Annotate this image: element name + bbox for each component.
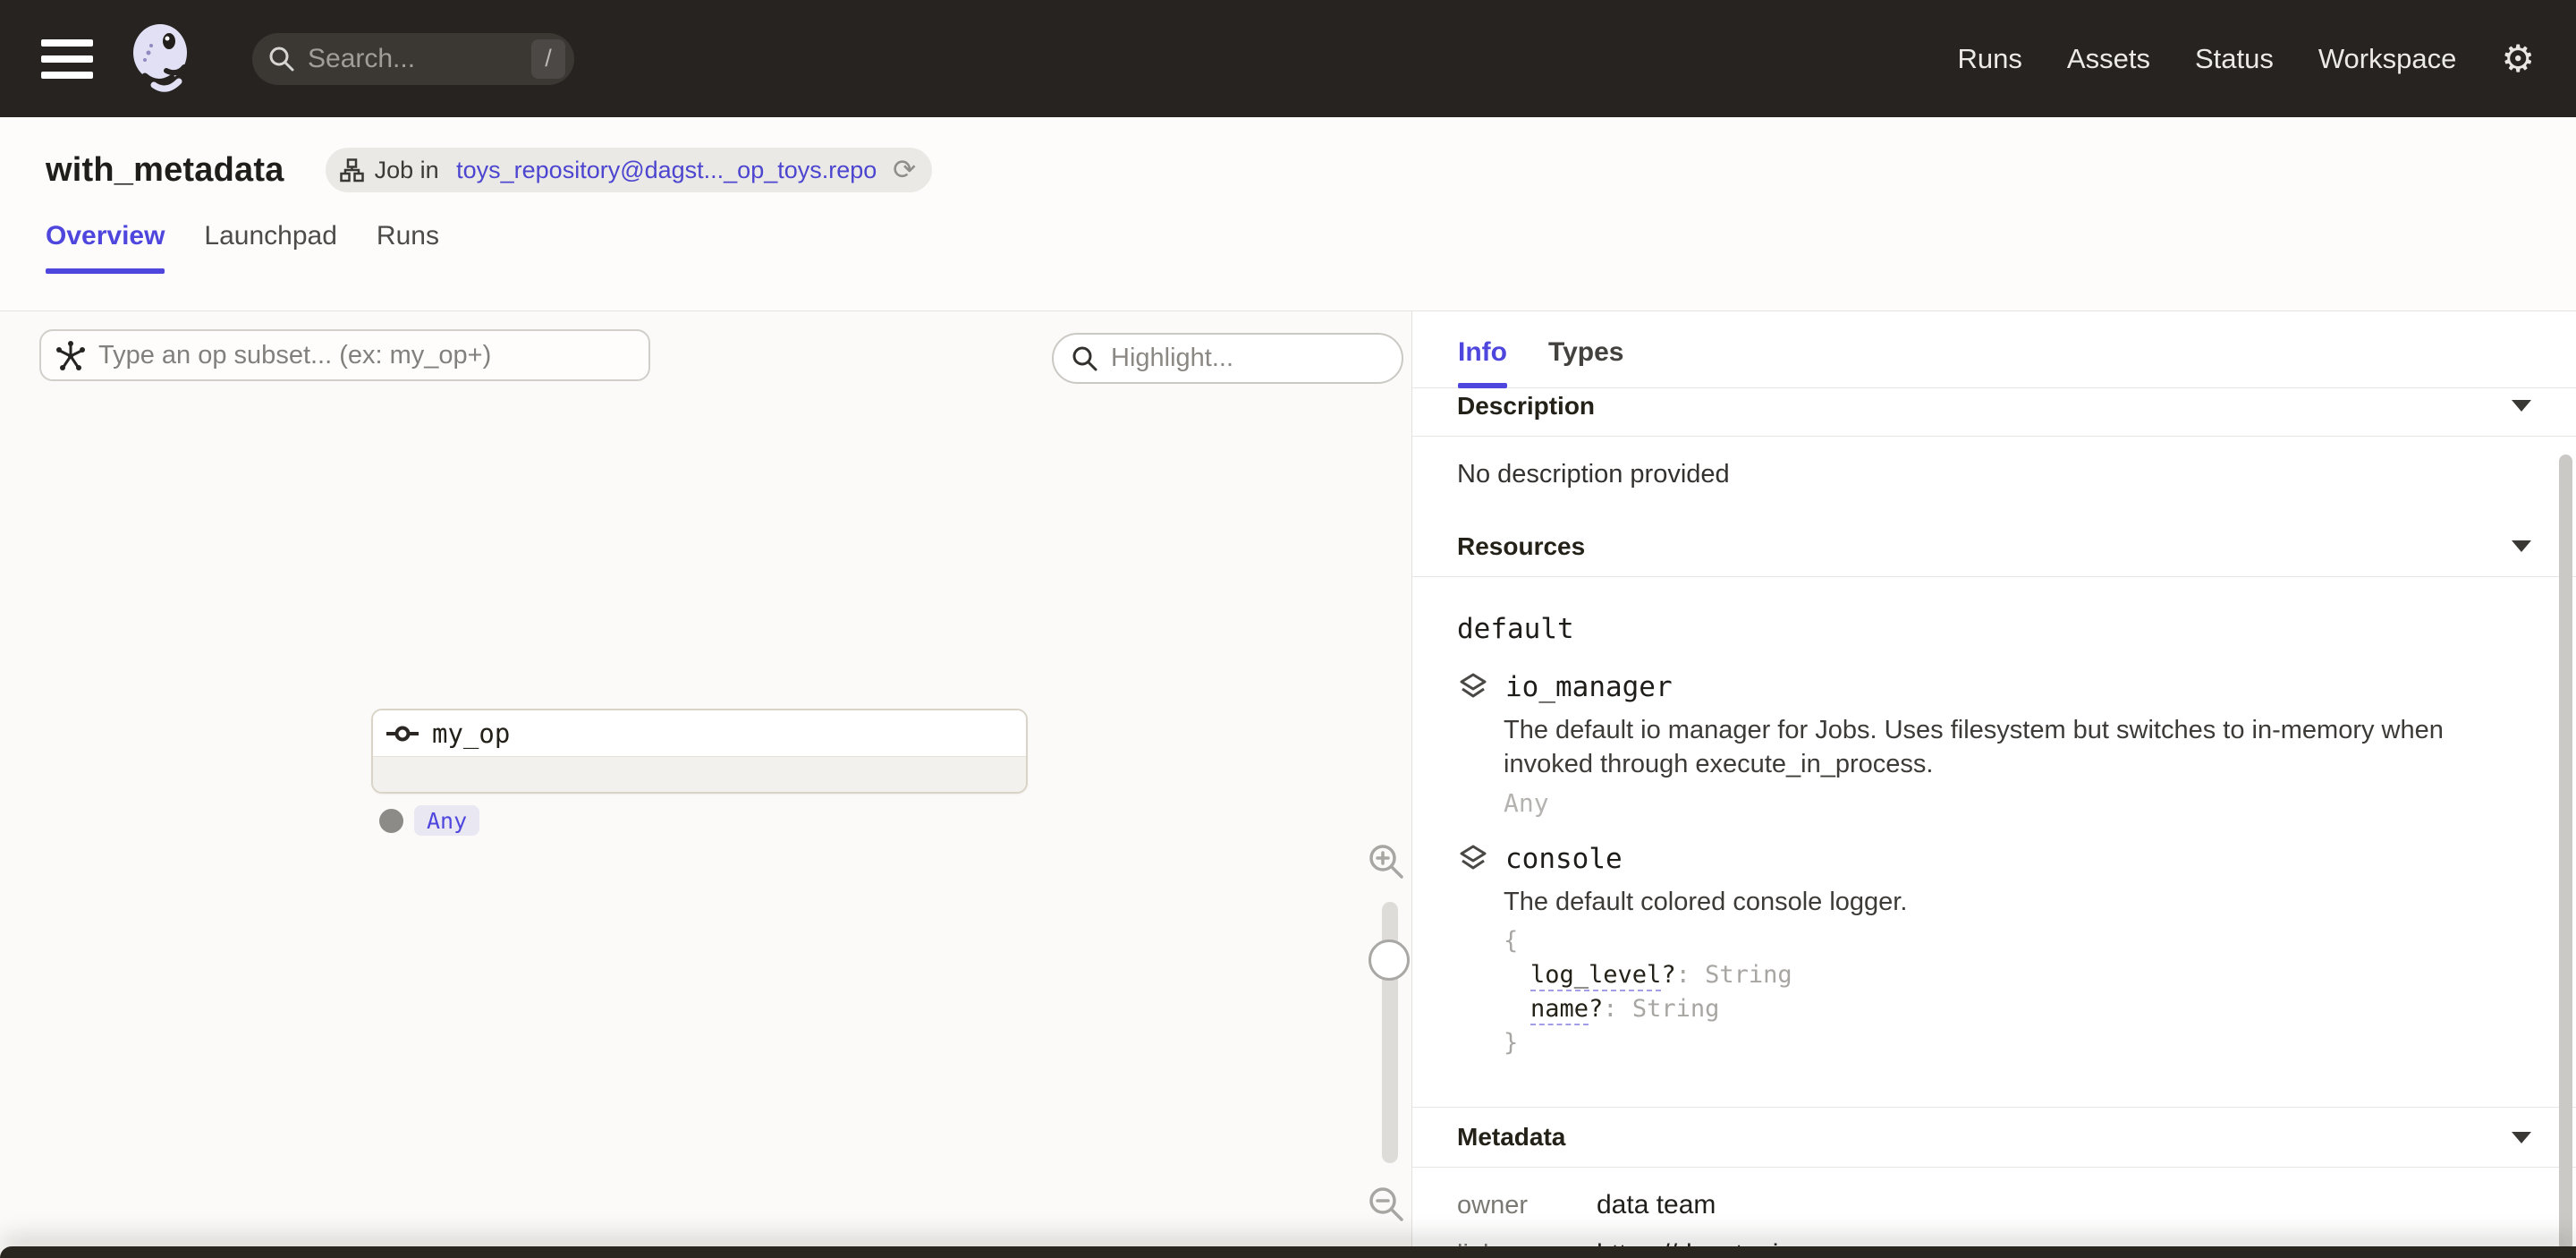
resource-icon xyxy=(1457,843,1489,875)
search-placeholder: Search... xyxy=(308,44,531,74)
chevron-down-icon xyxy=(2512,540,2531,552)
gear-icon[interactable]: ⚙ xyxy=(2501,40,2535,78)
resource-description: The default io manager for Jobs. Uses fi… xyxy=(1504,713,2531,781)
op-node-body xyxy=(373,757,1026,794)
schema-field: name?: String xyxy=(1504,992,2531,1026)
metadata-value: data team xyxy=(1597,1190,1716,1220)
schema-open-brace: { xyxy=(1504,924,2531,958)
info-panel-scroll[interactable]: Description No description provided Reso… xyxy=(1412,388,2576,1258)
repository-link[interactable]: toys_repository@dagst..._op_toys.repo xyxy=(456,157,877,184)
metadata-row-owner: owner data team xyxy=(1457,1190,2531,1220)
highlight-placeholder: Highlight... xyxy=(1111,344,1233,373)
dagster-logo[interactable] xyxy=(127,22,197,96)
metadata-key: owner xyxy=(1457,1191,1597,1220)
op-icon xyxy=(386,724,419,744)
tab-info[interactable]: Info xyxy=(1458,337,1507,387)
page-header: with_metadata Job in toys_repository@dag… xyxy=(0,117,2576,311)
slash-shortcut-badge: / xyxy=(531,39,565,79)
chevron-down-icon xyxy=(2512,400,2531,412)
metadata-table: owner data team link https://dagster.io xyxy=(1412,1168,2576,1258)
resource-name: io_manager xyxy=(1505,671,1673,703)
tab-launchpad[interactable]: Launchpad xyxy=(204,221,336,273)
search-input[interactable]: Search... / xyxy=(252,33,574,85)
job-badge: Job in toys_repository@dagst..._op_toys.… xyxy=(326,148,933,192)
section-metadata-title: Metadata xyxy=(1457,1123,1565,1152)
schema-key: name xyxy=(1530,995,1589,1025)
op-subset-placeholder: Type an op subset... (ex: my_op+) xyxy=(98,341,491,370)
section-metadata[interactable]: Metadata xyxy=(1412,1107,2576,1168)
resource-item-io-manager: io_manager The default io manager for Jo… xyxy=(1457,671,2531,818)
tab-runs[interactable]: Runs xyxy=(377,221,439,273)
reload-icon[interactable]: ⟳ xyxy=(893,154,916,186)
resource-icon xyxy=(1457,671,1489,703)
schema-field: log_level?: String xyxy=(1504,958,2531,992)
job-badge-prefix: Job in xyxy=(375,157,446,184)
nav-link-assets[interactable]: Assets xyxy=(2067,43,2150,75)
section-resources-title: Resources xyxy=(1457,532,1585,561)
page-title: with_metadata xyxy=(46,151,284,190)
resource-name: console xyxy=(1505,843,1623,875)
resource-type: Any xyxy=(1504,788,2531,818)
nav-link-status[interactable]: Status xyxy=(2195,43,2274,75)
tab-overview[interactable]: Overview xyxy=(46,221,165,273)
highlight-input[interactable]: Highlight... xyxy=(1052,333,1403,384)
zoom-out-icon[interactable] xyxy=(1366,1184,1407,1225)
menu-icon[interactable] xyxy=(41,39,93,79)
output-handle xyxy=(379,809,403,833)
zoom-in-icon[interactable] xyxy=(1366,841,1407,882)
search-icon xyxy=(268,46,295,72)
chevron-down-icon xyxy=(2512,1132,2531,1143)
section-resources[interactable]: Resources xyxy=(1412,516,2576,577)
info-panel-tabs: Info Types xyxy=(1412,311,2576,388)
op-subset-input[interactable]: Type an op subset... (ex: my_op+) xyxy=(39,329,650,381)
zoom-slider-thumb[interactable] xyxy=(1368,939,1410,981)
schema-type: String xyxy=(1632,995,1720,1023)
job-graph-icon xyxy=(340,158,364,183)
section-description[interactable]: Description xyxy=(1412,388,2576,437)
bottom-tray-edge[interactable] xyxy=(0,1246,2576,1258)
config-schema: { log_level?: String name?: String } xyxy=(1504,924,2531,1060)
top-nav: Search... / Runs Assets Status Workspace… xyxy=(0,0,2576,117)
schema-key: log_level xyxy=(1530,961,1661,991)
tab-types[interactable]: Types xyxy=(1548,337,1623,387)
panel-scrollbar-thumb[interactable] xyxy=(2559,455,2572,1251)
schema-type: String xyxy=(1705,961,1792,989)
schema-close-brace: } xyxy=(1504,1026,2531,1060)
resource-group-name: default xyxy=(1457,613,2531,645)
job-tabs: Overview Launchpad Runs xyxy=(46,221,2576,273)
section-description-title: Description xyxy=(1457,392,1595,421)
op-node-name: my_op xyxy=(432,718,510,749)
description-body: No description provided xyxy=(1412,437,2576,516)
resource-description: The default colored console logger. xyxy=(1504,885,2531,919)
nav-link-workspace[interactable]: Workspace xyxy=(2318,43,2457,75)
output-type-badge[interactable]: Any xyxy=(414,805,479,836)
resources-content: default io_manager The default io manage… xyxy=(1412,577,2576,1060)
op-subset-icon xyxy=(55,340,86,370)
resource-item-console: console The default colored console logg… xyxy=(1457,843,2531,1060)
highlight-search-icon xyxy=(1072,345,1098,372)
op-node-my-op[interactable]: my_op xyxy=(371,709,1028,794)
nav-link-runs[interactable]: Runs xyxy=(1958,43,2022,75)
info-panel: Info Types Description No description pr… xyxy=(1412,311,2576,1258)
graph-pane: Type an op subset... (ex: my_op+) Highli… xyxy=(0,311,1412,1258)
